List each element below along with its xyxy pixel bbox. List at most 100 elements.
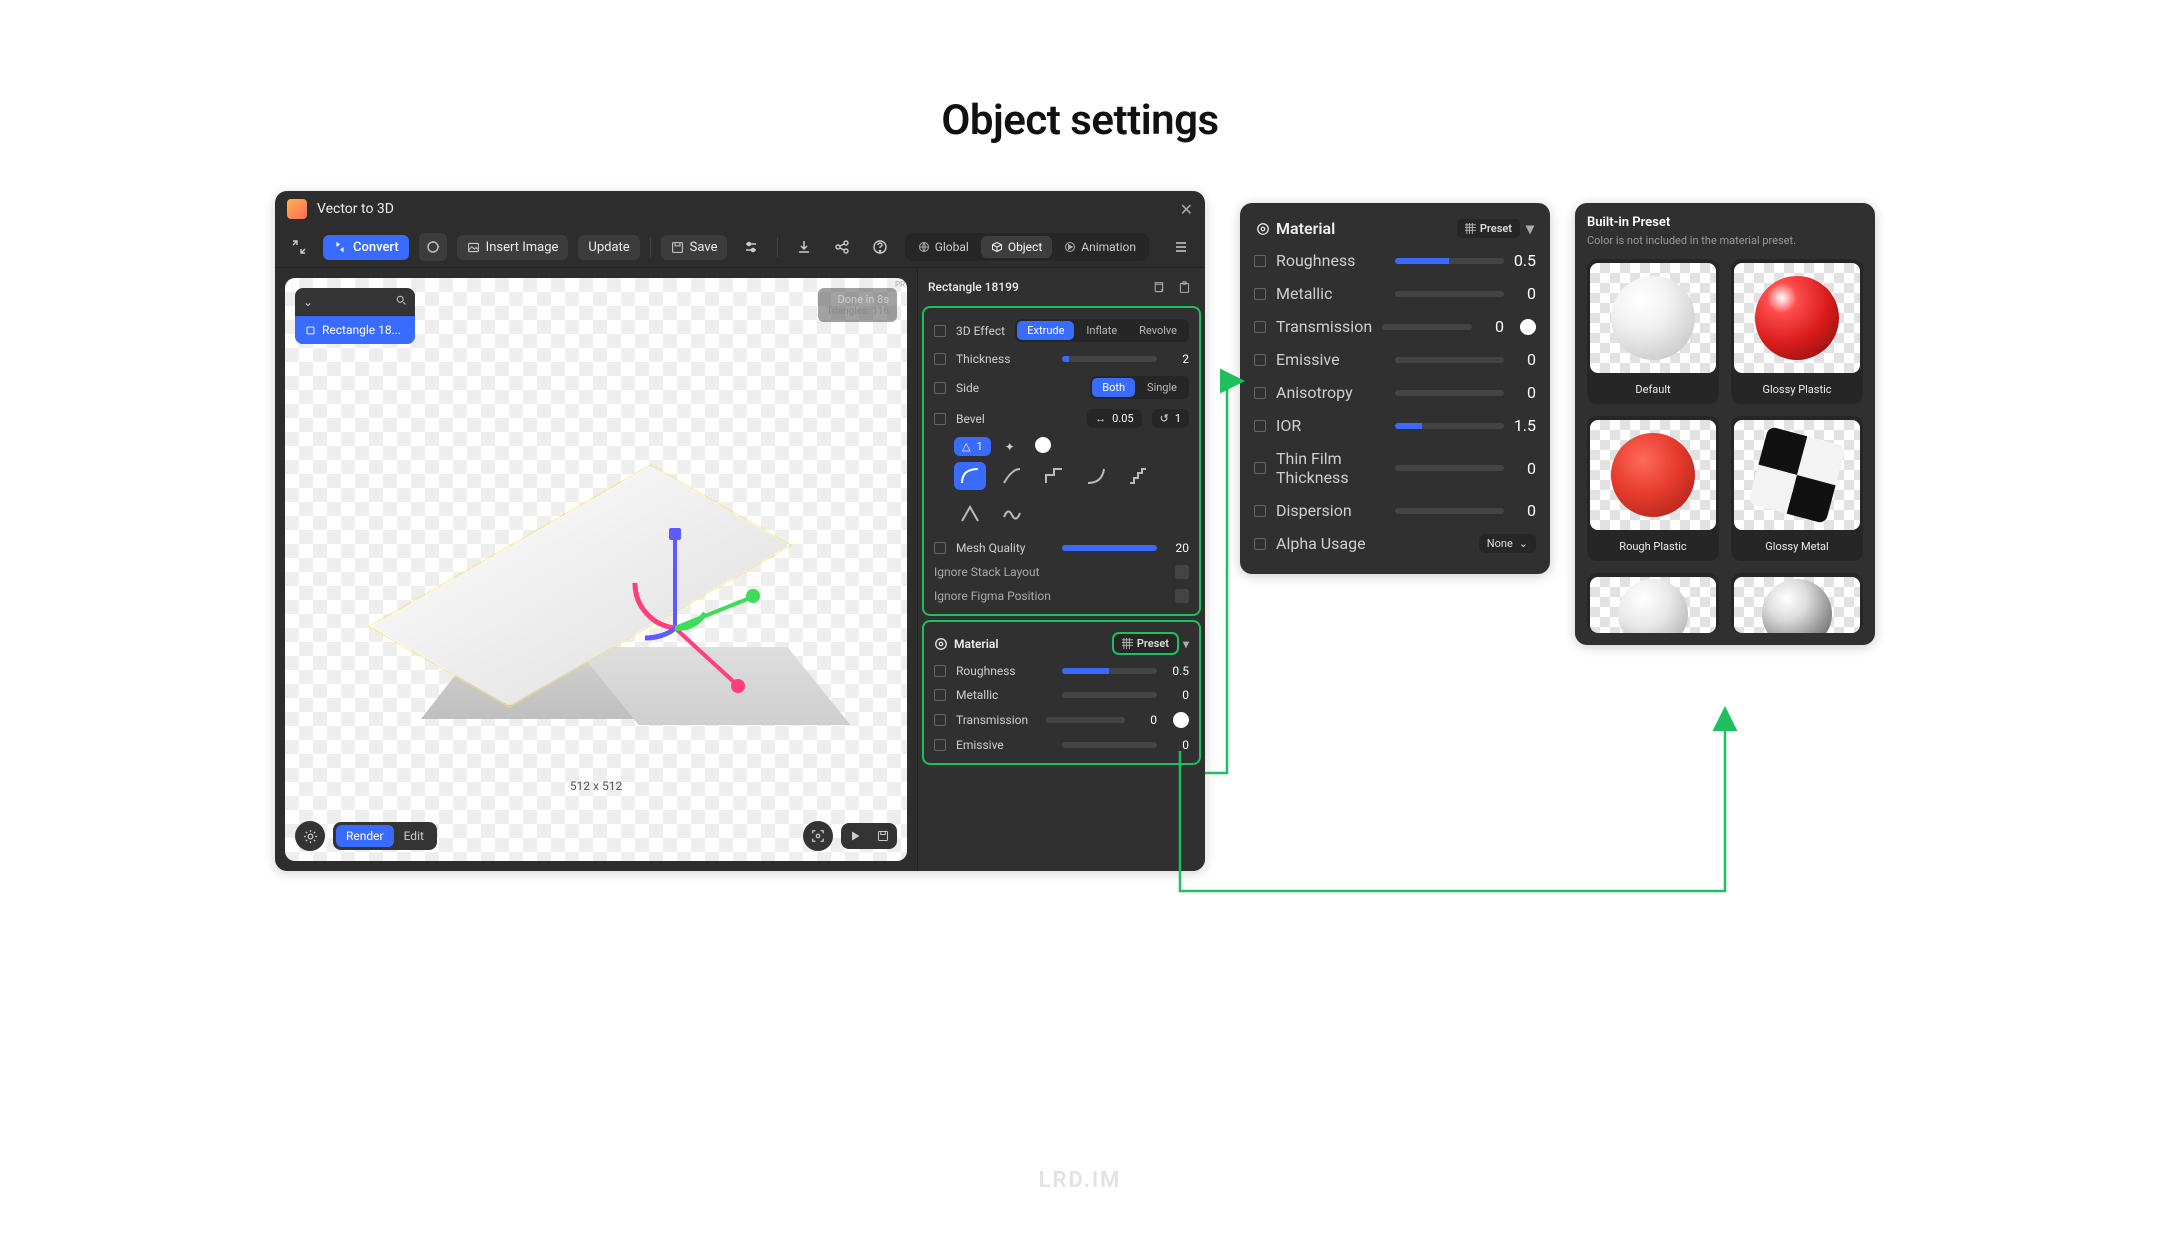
thickness-slider[interactable] <box>1062 356 1158 362</box>
mp-roughness-chk[interactable] <box>1254 255 1266 267</box>
settings-toggle-icon[interactable] <box>737 233 765 261</box>
mp-alpha-chk[interactable] <box>1254 538 1266 550</box>
preset-glossy-plastic[interactable]: Glossy Plastic <box>1731 259 1863 404</box>
alpha-usage-dropdown[interactable]: None⌄ <box>1479 534 1536 553</box>
collapse-icon[interactable] <box>285 233 313 261</box>
render-label: Render <box>336 825 394 847</box>
curve-stairs[interactable] <box>1122 462 1154 490</box>
settings-gear-icon[interactable] <box>295 821 325 851</box>
roughness-slider[interactable] <box>1062 668 1158 674</box>
mp-thinfilm-slider[interactable] <box>1395 465 1504 471</box>
checkbox-bevel[interactable] <box>934 413 946 425</box>
play-icon[interactable] <box>841 823 869 849</box>
bevel-repeat-field[interactable]: ↺ 1 <box>1152 409 1189 428</box>
mp-ior-slider[interactable] <box>1395 423 1504 429</box>
ignore-stack-row[interactable]: Ignore Stack Layout <box>930 560 1193 584</box>
mp-aniso-chk[interactable] <box>1254 387 1266 399</box>
mp-alpha-label: Alpha Usage <box>1276 534 1469 553</box>
curve-angle[interactable] <box>954 500 986 528</box>
material-collapse-icon[interactable]: ▾ <box>1183 637 1189 651</box>
mp-emissive-chk[interactable] <box>1254 354 1266 366</box>
convert-button[interactable]: Convert <box>323 235 409 260</box>
curve-quarter[interactable] <box>996 462 1028 490</box>
effect-extrude[interactable]: Extrude <box>1017 321 1074 340</box>
refresh-icon[interactable] <box>419 233 447 261</box>
help-icon[interactable] <box>866 233 894 261</box>
mp-transmission-slider[interactable] <box>1382 324 1472 330</box>
bevel-angle-field[interactable]: △ 1 <box>954 437 991 456</box>
checkbox-effect[interactable] <box>934 325 946 337</box>
transmission-slider[interactable] <box>1046 717 1126 723</box>
canvas[interactable]: ⌄ Rectangle 18... Done in 8s Triangles: … <box>285 278 907 861</box>
layers-collapse-icon[interactable]: ⌄ <box>303 295 313 309</box>
side-single[interactable]: Single <box>1137 378 1187 397</box>
preset-glossy-metal[interactable]: Glossy Metal <box>1731 416 1863 561</box>
checkbox-transmission[interactable] <box>934 714 946 726</box>
curve-concave[interactable] <box>1080 462 1112 490</box>
mp-metallic-chk[interactable] <box>1254 288 1266 300</box>
update-button[interactable]: Update <box>578 235 639 260</box>
mp-metallic-slider[interactable] <box>1395 291 1504 297</box>
focus-icon[interactable] <box>803 821 833 851</box>
checkbox-side[interactable] <box>934 382 946 394</box>
bevel-color-swatch[interactable] <box>1035 437 1051 453</box>
side-options[interactable]: Both Single <box>1090 376 1189 399</box>
preset-default[interactable]: Default <box>1587 259 1719 404</box>
mp-transmission-swatch[interactable] <box>1520 319 1536 335</box>
preset-button[interactable]: Preset <box>1114 634 1177 653</box>
material-panel-collapse-icon[interactable]: ▾ <box>1526 219 1534 238</box>
curve-smooth[interactable] <box>954 462 986 490</box>
mp-aniso-slider[interactable] <box>1395 390 1504 396</box>
preset-rough-plastic[interactable]: Rough Plastic <box>1587 416 1719 561</box>
close-icon[interactable]: ✕ <box>1180 200 1193 219</box>
bevel-width-field[interactable]: ↔ 0.05 <box>1087 409 1141 428</box>
checkbox-roughness[interactable] <box>934 665 946 677</box>
insert-image-button[interactable]: Insert Image <box>457 235 569 260</box>
render-mode-toggle[interactable]: Render Edit <box>333 822 437 850</box>
mp-transmission-val: 0 <box>1482 317 1504 336</box>
effect-inflate[interactable]: Inflate <box>1076 321 1127 340</box>
checkbox-emissive[interactable] <box>934 739 946 751</box>
mp-thinfilm-chk[interactable] <box>1254 462 1266 474</box>
bevel-wand-icon[interactable]: ✦ <box>1005 440 1015 454</box>
checkbox-metallic[interactable] <box>934 689 946 701</box>
preset-glossy-plastic-label: Glossy Plastic <box>1762 377 1831 404</box>
transmission-color-swatch[interactable] <box>1173 712 1189 728</box>
tab-object[interactable]: Object <box>981 236 1052 258</box>
tab-animation[interactable]: Animation <box>1054 236 1146 258</box>
ignore-figma-row[interactable]: Ignore Figma Position <box>930 584 1193 608</box>
mp-metallic-label: Metallic <box>1276 284 1385 303</box>
mesh-quality-slider[interactable] <box>1062 545 1158 551</box>
preset-extra-2[interactable] <box>1731 573 1863 633</box>
metallic-slider[interactable] <box>1062 692 1158 698</box>
effect-options[interactable]: Extrude Inflate Revolve <box>1015 319 1189 342</box>
mp-dispersion-chk[interactable] <box>1254 505 1266 517</box>
material-panel-title: Material <box>1276 219 1335 238</box>
side-both[interactable]: Both <box>1092 378 1135 397</box>
mp-dispersion-label: Dispersion <box>1276 501 1385 520</box>
mp-emissive-slider[interactable] <box>1395 357 1504 363</box>
preset-label: Preset <box>1137 637 1169 650</box>
save-button[interactable]: Save <box>661 235 728 260</box>
curve-step[interactable] <box>1038 462 1070 490</box>
tab-global[interactable]: Global <box>908 236 979 258</box>
download-icon[interactable] <box>790 233 818 261</box>
mp-dispersion-slider[interactable] <box>1395 508 1504 514</box>
copy-icon[interactable] <box>1147 276 1169 298</box>
record-icon[interactable] <box>869 823 897 849</box>
search-icon[interactable] <box>395 294 407 309</box>
checkbox-thickness[interactable] <box>934 353 946 365</box>
mp-roughness-slider[interactable] <box>1395 258 1504 264</box>
material-preset-button[interactable]: Preset <box>1457 219 1520 238</box>
menu-icon[interactable] <box>1167 233 1195 261</box>
preset-extra-1[interactable] <box>1587 573 1719 633</box>
mp-ior-chk[interactable] <box>1254 420 1266 432</box>
share-icon[interactable] <box>828 233 856 261</box>
checkbox-mesh[interactable] <box>934 542 946 554</box>
effect-revolve[interactable]: Revolve <box>1129 321 1187 340</box>
paste-icon[interactable] <box>1173 276 1195 298</box>
layer-item-active[interactable]: Rectangle 18... <box>295 316 415 344</box>
curve-wave[interactable] <box>996 500 1028 528</box>
mp-transmission-chk[interactable] <box>1254 321 1266 333</box>
emissive-slider[interactable] <box>1062 742 1158 748</box>
